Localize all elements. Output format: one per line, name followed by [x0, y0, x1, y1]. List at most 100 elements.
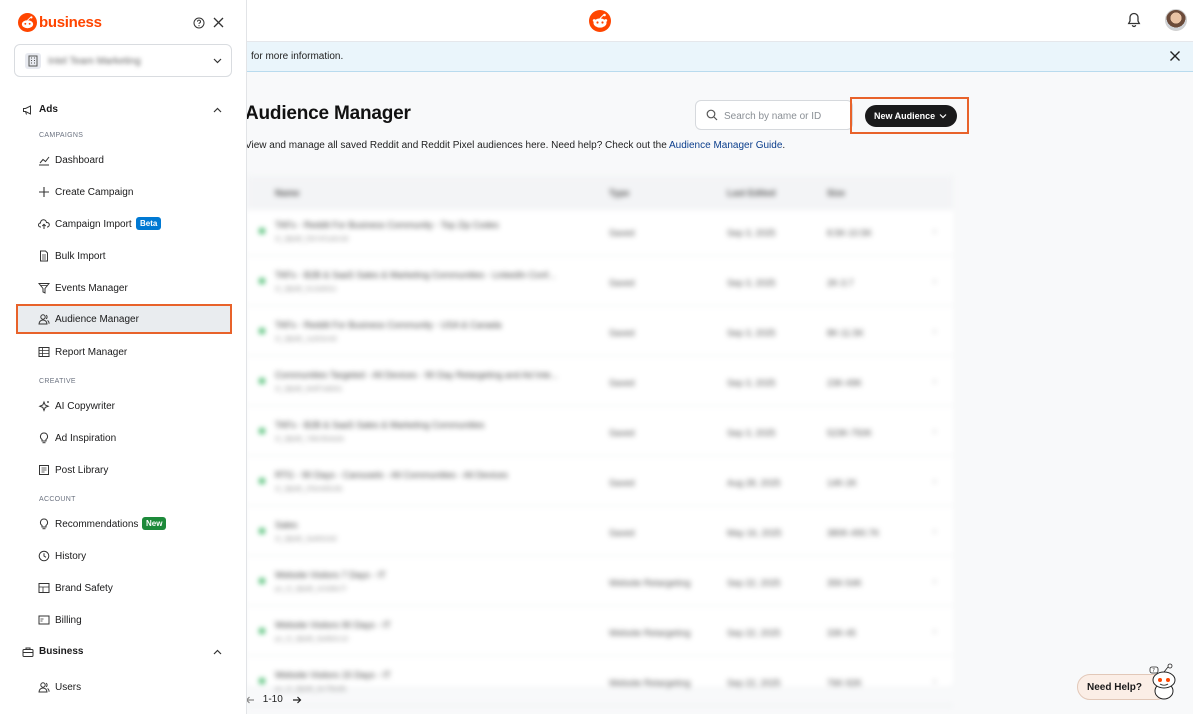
audience-last-edited: May 16, 2025: [727, 528, 782, 538]
section-ads[interactable]: Ads: [22, 101, 228, 119]
table-row[interactable]: RTG - 90 Days - Carousels - All Communit…: [247, 460, 953, 506]
sidebar-item-dashboard[interactable]: Dashboard: [16, 145, 232, 175]
megaphone-icon: [22, 104, 34, 116]
arrow-right-icon[interactable]: [292, 695, 304, 705]
chevron-right-icon[interactable]: ›: [933, 376, 936, 387]
svg-text:?: ?: [1152, 668, 1155, 674]
billing-icon: [38, 614, 50, 626]
table-row[interactable]: TAFs - Reddit For Business Community - U…: [247, 310, 953, 356]
audience-type: Website Retargeting: [609, 678, 691, 688]
new-audience-button[interactable]: New Audience: [865, 105, 957, 127]
audience-type: Saved: [609, 528, 635, 538]
table-row[interactable]: Sales t2_8jbd8_3a4b5c6d Saved May 16, 2025 3…: [247, 510, 953, 556]
audience-name: Website Visitors 15 Days - IT: [275, 670, 391, 680]
section-ads-label: Ads: [39, 104, 58, 115]
snoo-mascot-icon: ?: [1146, 661, 1182, 701]
sidebar-item-label: Campaign Import: [55, 219, 132, 230]
post-icon: [38, 464, 50, 476]
close-icon[interactable]: [212, 16, 225, 29]
lightbulb-icon: [38, 432, 50, 444]
table-row[interactable]: TAFs - Reddit For Business Community - T…: [247, 210, 953, 256]
sidebar-item-ad-inspiration[interactable]: Ad Inspiration: [16, 423, 232, 453]
group-label-account: ACCOUNT: [39, 496, 76, 503]
chevron-right-icon[interactable]: ›: [933, 276, 936, 287]
audience-last-edited: Sep 3, 2025: [727, 428, 776, 438]
chevron-right-icon[interactable]: ›: [933, 626, 936, 637]
search-input[interactable]: Search by name or ID: [695, 100, 853, 130]
sidebar-item-label: Ad Inspiration: [55, 433, 117, 444]
audience-size: 76K-92K: [827, 678, 863, 688]
new-badge: New: [142, 517, 167, 530]
chevron-right-icon[interactable]: ›: [933, 226, 936, 237]
column-header-type[interactable]: Type: [609, 188, 629, 198]
reddit-logo-icon[interactable]: [589, 10, 611, 32]
chevron-right-icon[interactable]: ›: [933, 526, 936, 537]
sidebar-item-history[interactable]: History: [16, 541, 232, 571]
need-help-button[interactable]: Need Help? ?: [1077, 663, 1176, 700]
account-selector[interactable]: Intel Team Marketing: [14, 44, 232, 77]
sidebar-item-bulk-import[interactable]: Bulk Import: [16, 241, 232, 271]
chevron-right-icon[interactable]: ›: [933, 426, 936, 437]
audience-id: t2_8jbd8_3a4b5c6d: [275, 536, 337, 543]
sidebar-item-recommendations[interactable]: Recommendations New: [16, 509, 232, 539]
audience-size: 35K-54K: [827, 578, 863, 588]
table-row[interactable]: Website Visitors 15 Days - IT pv_t2_8jbd8…: [247, 660, 953, 706]
audience-id: t2_8jbd8_1a2b3c4d: [275, 336, 337, 343]
status-dot: [259, 328, 265, 334]
status-dot: [259, 378, 265, 384]
status-dot: [259, 628, 265, 634]
column-header-size[interactable]: Size: [827, 188, 845, 198]
chevron-right-icon[interactable]: ›: [933, 476, 936, 487]
section-business[interactable]: Business: [22, 643, 228, 661]
column-header-last-edited[interactable]: Last Edited: [727, 188, 776, 198]
audience-name: TAFs - Reddit For Business Community - U…: [275, 320, 502, 330]
sidebar-item-audience-manager[interactable]: Audience Manager: [16, 304, 232, 334]
bell-icon[interactable]: [1127, 12, 1141, 28]
chart-line-icon: [38, 154, 50, 166]
chevron-right-icon[interactable]: ›: [933, 576, 936, 587]
group-label-creative: CREATIVE: [39, 378, 76, 385]
table-row[interactable]: TAFs - B2B & SaaS Sales & Marketing Comm…: [247, 260, 953, 306]
sidebar-item-billing[interactable]: Billing: [16, 605, 232, 635]
avatar[interactable]: [1165, 9, 1187, 31]
audience-size: 8.5K-10.5K: [827, 228, 873, 238]
table-row[interactable]: Website Visitors 90 Days - IT pv_t2_8jbd8…: [247, 610, 953, 656]
audience-manager-guide-link[interactable]: Audience Manager Guide: [669, 140, 782, 151]
audience-name: Website Visitors 90 Days - IT: [275, 620, 391, 630]
audience-name: Communities Targeted - All Devices - 90 …: [275, 370, 558, 380]
audience-last-edited: Sep 22, 2025: [727, 578, 781, 588]
sidebar-item-create-campaign[interactable]: Create Campaign: [16, 177, 232, 207]
table-row[interactable]: TAFs - B2B & SaaS Sales & Marketing Comm…: [247, 410, 953, 456]
table-icon: [38, 346, 50, 358]
table-row[interactable]: Communities Targeted - All Devices - 90 …: [247, 360, 953, 406]
sidebar-item-label: Bulk Import: [55, 251, 106, 262]
table-row[interactable]: Website Visitors 7 Days - IT pv_t2_8jbd8_…: [247, 560, 953, 606]
audience-size: 23K-49K: [827, 378, 863, 388]
sidebar-item-label: Audience Manager: [55, 314, 139, 325]
sidebar-item-ai-copywriter[interactable]: AI Copywriter: [16, 391, 232, 421]
sidebar-item-post-library[interactable]: Post Library: [16, 455, 232, 485]
sidebar-item-events-manager[interactable]: Events Manager: [16, 273, 232, 303]
audience-id: pv_t2_8jbd8_8a9b0c1d: [275, 636, 348, 643]
page-subtitle: View and manage all saved Reddit and Red…: [245, 140, 786, 151]
users-icon: [38, 681, 50, 693]
sidebar-item-campaign-import[interactable]: Campaign Import Beta: [16, 209, 232, 239]
sidebar-item-label: Recommendations: [55, 519, 139, 530]
audience-id: t2_8jbd8_2f3e4d5c6b: [275, 486, 343, 493]
audience-type: Website Retargeting: [609, 628, 691, 638]
chevron-right-icon[interactable]: ›: [933, 326, 936, 337]
audience-type: Saved: [609, 228, 635, 238]
sidebar-item-users[interactable]: Users: [16, 672, 232, 702]
sidebar-item-label: History: [55, 551, 87, 562]
audience-last-edited: Sep 3, 2025: [727, 228, 776, 238]
sidebar-item-report-manager[interactable]: Report Manager: [16, 337, 232, 367]
column-header-name[interactable]: Name: [275, 188, 300, 198]
close-icon[interactable]: [1167, 48, 1183, 64]
audience-id: pv_t2_8jbd8_4c5d6e7f: [275, 586, 346, 593]
help-circle-icon[interactable]: [193, 17, 205, 29]
audience-last-edited: Sep 3, 2025: [727, 378, 776, 388]
status-dot: [259, 678, 265, 684]
chevron-right-icon[interactable]: ›: [933, 676, 936, 687]
audience-name: TAFs - B2B & SaaS Sales & Marketing Comm…: [275, 420, 485, 430]
sidebar-item-brand-safety[interactable]: Brand Safety: [16, 573, 232, 603]
